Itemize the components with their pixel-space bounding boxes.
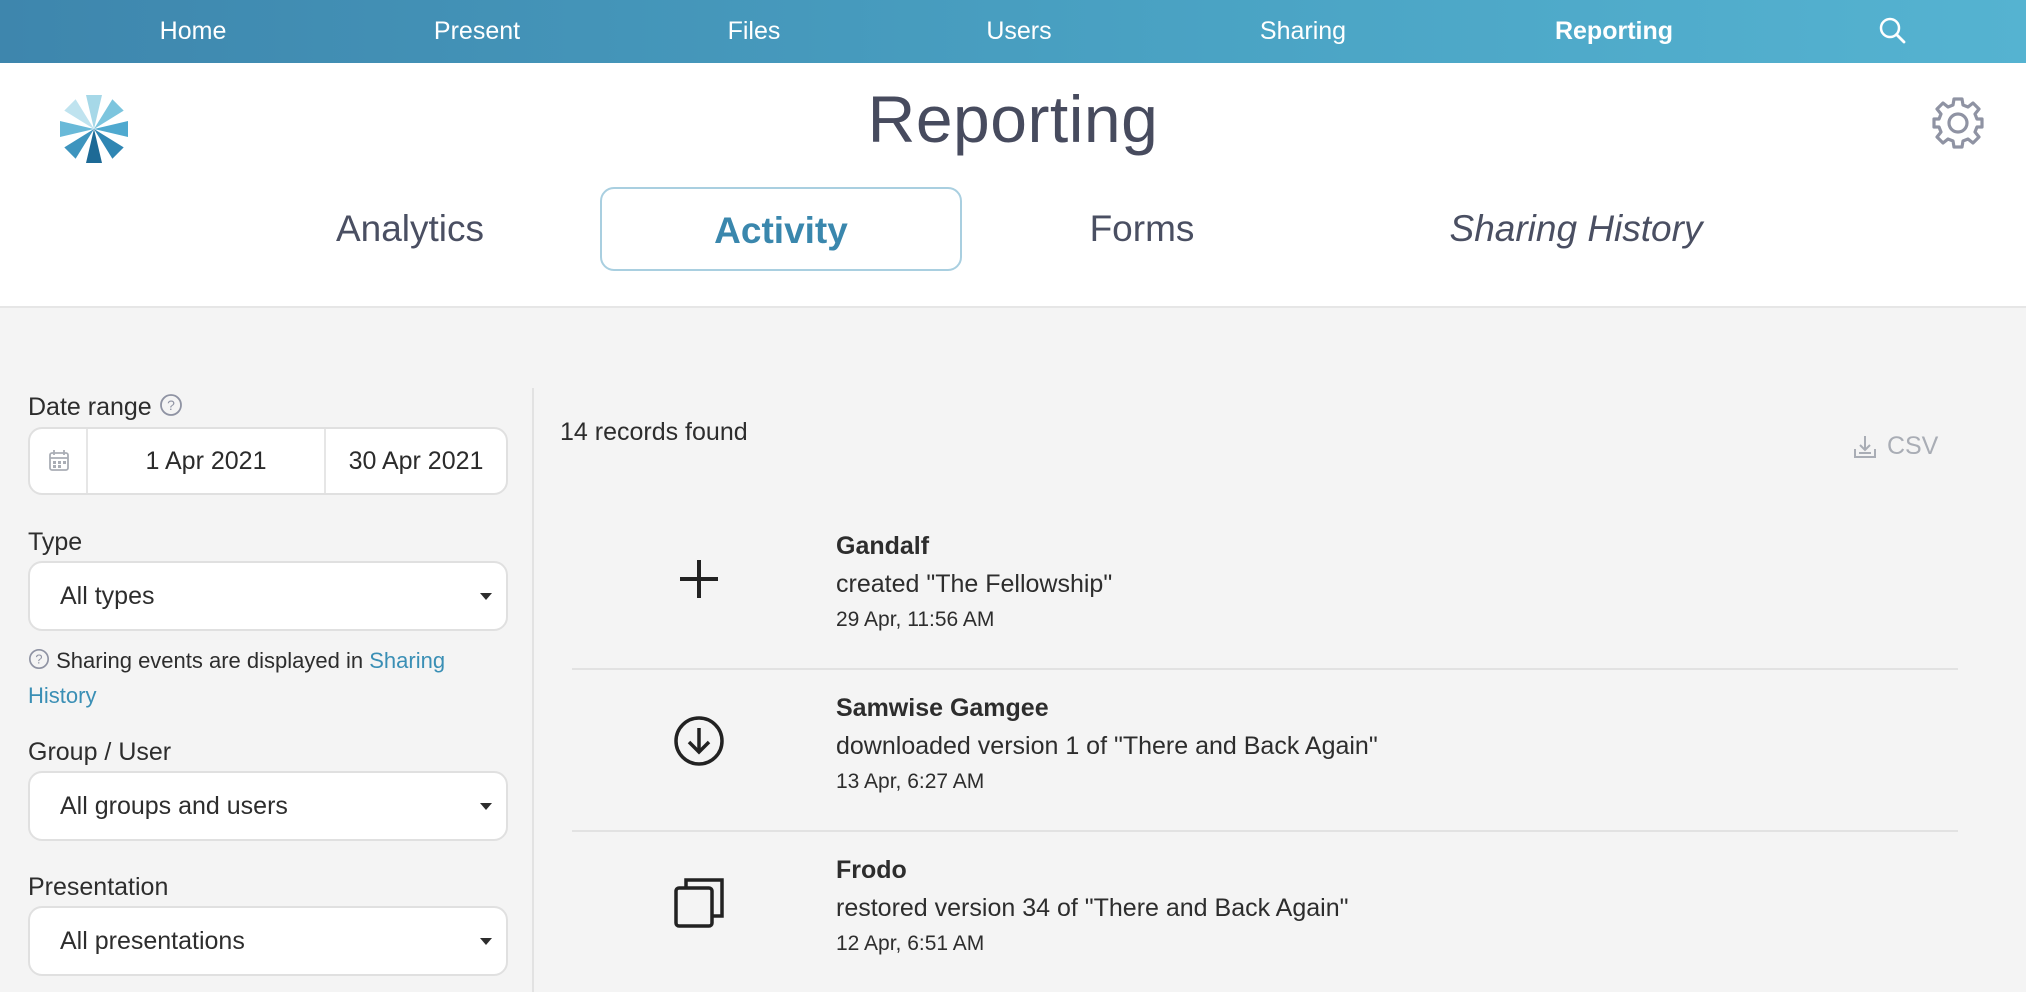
help-icon[interactable]: ?	[159, 393, 183, 424]
copy-icon	[672, 876, 726, 930]
entry-time: 12 Apr, 6:51 AM	[836, 932, 985, 955]
records-count: 14 records found	[560, 418, 748, 446]
entry-description: restored version 34 of "There and Back A…	[836, 894, 1349, 922]
group-user-select[interactable]: All groups and users	[28, 771, 508, 841]
tab-analytics[interactable]: Analytics	[300, 187, 520, 271]
page-header: Reporting Analytics Activity Forms Shari…	[0, 63, 2026, 308]
date-range-picker[interactable]: 1 Apr 2021 30 Apr 2021	[28, 427, 508, 495]
settings-gear-icon[interactable]	[1930, 95, 1986, 151]
activity-entry[interactable]: Samwise Gamgee downloaded version 1 of "…	[572, 670, 1958, 832]
chevron-down-icon	[480, 803, 492, 810]
entry-user: Samwise Gamgee	[836, 694, 1049, 722]
nav-sharing[interactable]: Sharing	[1260, 0, 1346, 63]
help-icon: ?	[28, 646, 50, 679]
activity-entry[interactable]: Frodo restored version 34 of "There and …	[572, 832, 1958, 992]
calendar-icon[interactable]	[30, 429, 88, 493]
page-title: Reporting	[867, 82, 1159, 156]
group-user-label: Group / User	[28, 738, 172, 766]
date-range-label: Date range ?	[28, 393, 183, 424]
tab-forms[interactable]: Forms	[1032, 187, 1252, 271]
tab-activity[interactable]: Activity	[600, 187, 962, 271]
chevron-down-icon	[480, 593, 492, 600]
entry-time: 29 Apr, 11:56 AM	[836, 608, 995, 631]
presentation-label: Presentation	[28, 873, 169, 901]
nav-users[interactable]: Users	[986, 0, 1051, 63]
entry-user: Frodo	[836, 856, 907, 884]
nav-home[interactable]: Home	[160, 0, 227, 63]
presentation-select-value: All presentations	[60, 927, 245, 955]
entry-description: downloaded version 1 of "There and Back …	[836, 732, 1378, 760]
date-from-input[interactable]: 1 Apr 2021	[88, 429, 326, 493]
chevron-down-icon	[480, 938, 492, 945]
svg-text:?: ?	[35, 651, 42, 666]
type-label: Type	[28, 528, 83, 556]
search-icon[interactable]	[1878, 16, 1908, 46]
nav-present[interactable]: Present	[434, 0, 520, 63]
download-tray-icon	[1850, 432, 1887, 460]
sharing-note: ? Sharing events are displayed in Sharin…	[28, 644, 508, 712]
nav-files[interactable]: Files	[728, 0, 781, 63]
presentation-select[interactable]: All presentations	[28, 906, 508, 976]
svg-text:?: ?	[167, 397, 175, 413]
nav-reporting[interactable]: Reporting	[1555, 0, 1673, 63]
csv-export-button[interactable]: CSV	[1850, 432, 1938, 462]
type-select-value: All types	[60, 582, 155, 610]
top-nav: Home Present Files Users Sharing Reporti…	[0, 0, 2026, 63]
group-user-select-value: All groups and users	[60, 792, 288, 820]
entry-user: Gandalf	[836, 532, 930, 560]
panel-divider	[532, 388, 534, 992]
csv-label: CSV	[1886, 432, 1939, 460]
date-to-input[interactable]: 30 Apr 2021	[326, 429, 506, 493]
tab-sharing-history[interactable]: Sharing History	[1420, 187, 1732, 271]
activity-entry[interactable]: Gandalf created "The Fellowship" 29 Apr,…	[572, 508, 1958, 670]
download-circle-icon	[672, 714, 726, 768]
plus-icon	[672, 552, 726, 606]
type-select[interactable]: All types	[28, 561, 508, 631]
entry-time: 13 Apr, 6:27 AM	[836, 770, 985, 793]
sharing-note-text: Sharing events are displayed in	[56, 648, 370, 673]
entry-description: created "The Fellowship"	[836, 570, 1113, 598]
